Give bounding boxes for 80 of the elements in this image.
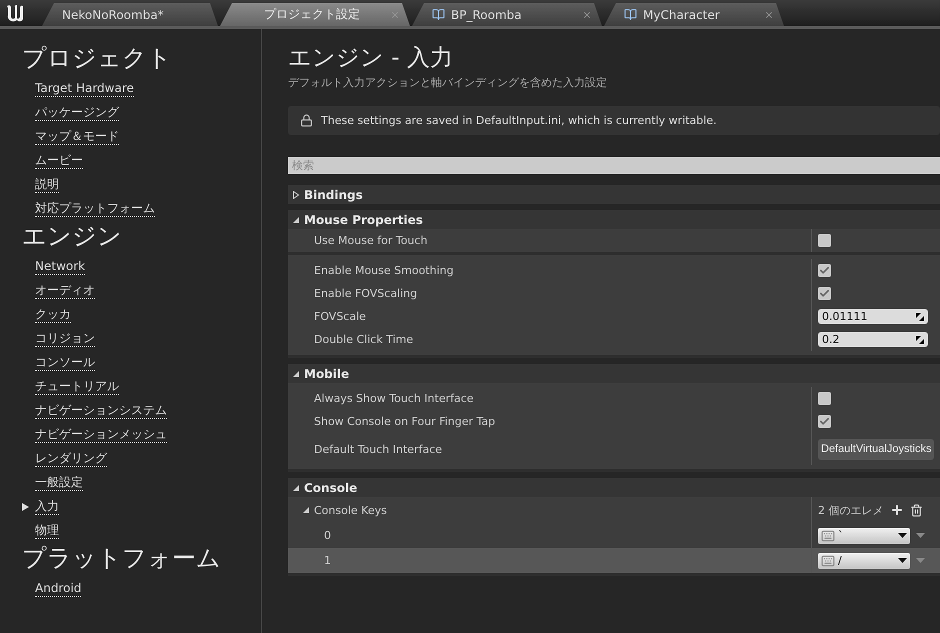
section-header[interactable]: Mobile [288, 364, 940, 383]
options-caret-icon [916, 533, 925, 538]
editor-tab[interactable]: MyCharacter [604, 3, 784, 26]
property-label: Default Touch Interface [314, 442, 442, 456]
book-icon [624, 8, 637, 21]
field-value: 0.2 [822, 333, 840, 346]
property-label: FOVScale [314, 310, 366, 323]
checkbox[interactable] [818, 264, 831, 277]
category-link[interactable]: Target Hardware [35, 81, 134, 97]
category-link[interactable]: Android [35, 581, 82, 597]
keyboard-icon [821, 528, 835, 542]
caret-icon [898, 533, 907, 538]
section-header[interactable]: Console [288, 478, 940, 497]
key-selector[interactable]: / [818, 552, 910, 568]
property-label: Always Show Touch Interface [314, 392, 474, 405]
category-link[interactable]: コンソール [35, 355, 95, 371]
category-link[interactable]: コリジョン [35, 331, 95, 347]
book-icon [432, 8, 445, 21]
field-value: 0.01111 [822, 310, 868, 323]
notice-text: These settings are saved in DefaultInput.ini, which is currently writable. [321, 114, 717, 127]
resize-icon [916, 336, 924, 344]
checkbox[interactable] [818, 234, 831, 247]
property-label: Show Console on Four Finger Tap [314, 415, 496, 428]
expander-icon[interactable] [302, 506, 310, 514]
close-icon[interactable] [764, 10, 774, 20]
page-title: エンジン - 入力 [288, 44, 453, 73]
close-icon[interactable] [582, 10, 592, 20]
category-link[interactable]: ムービー [35, 153, 83, 169]
page-description: デフォルト入力アクションと軸バインディングを含めた入力設定 [288, 75, 607, 90]
category-heading: エンジン [22, 221, 122, 251]
add-icon[interactable] [890, 503, 904, 517]
logo-icon[interactable] [4, 2, 26, 24]
editor-tab[interactable]: BP_Roomba [412, 3, 602, 26]
category-link[interactable]: パッケージング [35, 105, 119, 121]
expander-icon[interactable] [292, 216, 300, 224]
category-link[interactable]: 物理 [35, 523, 59, 539]
dropdown[interactable]: DefaultVirtualJoysticks [818, 438, 934, 460]
category-link[interactable]: ナビゲーションシステム [35, 403, 167, 419]
category-heading: プラットフォーム [22, 543, 221, 573]
element-index: 0 [324, 529, 331, 542]
checkbox[interactable] [818, 415, 831, 428]
number-field[interactable]: 0.01111 [818, 309, 928, 324]
category-link[interactable]: クッカ [35, 307, 71, 323]
category-link[interactable]: 説明 [35, 177, 59, 193]
resize-icon [916, 312, 924, 320]
section-header[interactable]: Mouse Properties [288, 210, 940, 229]
category-link[interactable]: 対応プラットフォーム [35, 201, 155, 217]
property-label: Enable FOVScaling [314, 287, 418, 300]
number-field[interactable]: 0.2 [818, 332, 928, 347]
expander-icon[interactable] [292, 370, 300, 378]
category-link[interactable]: レンダリング [35, 451, 107, 467]
category-link[interactable]: チュートリアル [35, 379, 119, 395]
category-link[interactable]: 一般設定 [35, 475, 83, 491]
options-caret-icon [916, 558, 925, 563]
lock-icon [300, 114, 313, 127]
property-label: Enable Mouse Smoothing [314, 264, 454, 277]
property-label: Use Mouse for Touch [314, 234, 428, 247]
editor-tab[interactable]: NekoNoRoomba* [42, 3, 218, 26]
category-heading: プロジェクト [22, 43, 172, 73]
checkbox[interactable] [818, 392, 831, 405]
property-label: Console Keys [314, 504, 387, 516]
checkbox[interactable] [818, 287, 831, 300]
keyboard-icon [821, 554, 835, 568]
array-element-row[interactable]: 1 / [288, 548, 940, 573]
category-link[interactable]: Network [35, 259, 86, 275]
key-selector[interactable]: ` [818, 528, 910, 544]
category-link[interactable]: マップ＆モード [35, 129, 119, 145]
category-link[interactable]: オーディオ [35, 283, 95, 299]
element-index: 1 [324, 554, 331, 567]
expander-icon[interactable] [292, 190, 300, 198]
search-field[interactable]: 検索 [288, 157, 940, 174]
property-label: Double Click Time [314, 333, 414, 346]
expander-icon[interactable] [292, 484, 300, 492]
caret-icon [898, 558, 907, 563]
section-header[interactable]: Bindings [288, 185, 940, 204]
element-count: 2 個のエレメ [818, 502, 884, 518]
delete-icon[interactable] [910, 504, 922, 516]
category-link[interactable]: ナビゲーションメッシュ [35, 427, 167, 443]
editor-tab[interactable]: プロジェクト設定 [220, 3, 410, 26]
category-link[interactable]: 入力 [35, 499, 59, 515]
